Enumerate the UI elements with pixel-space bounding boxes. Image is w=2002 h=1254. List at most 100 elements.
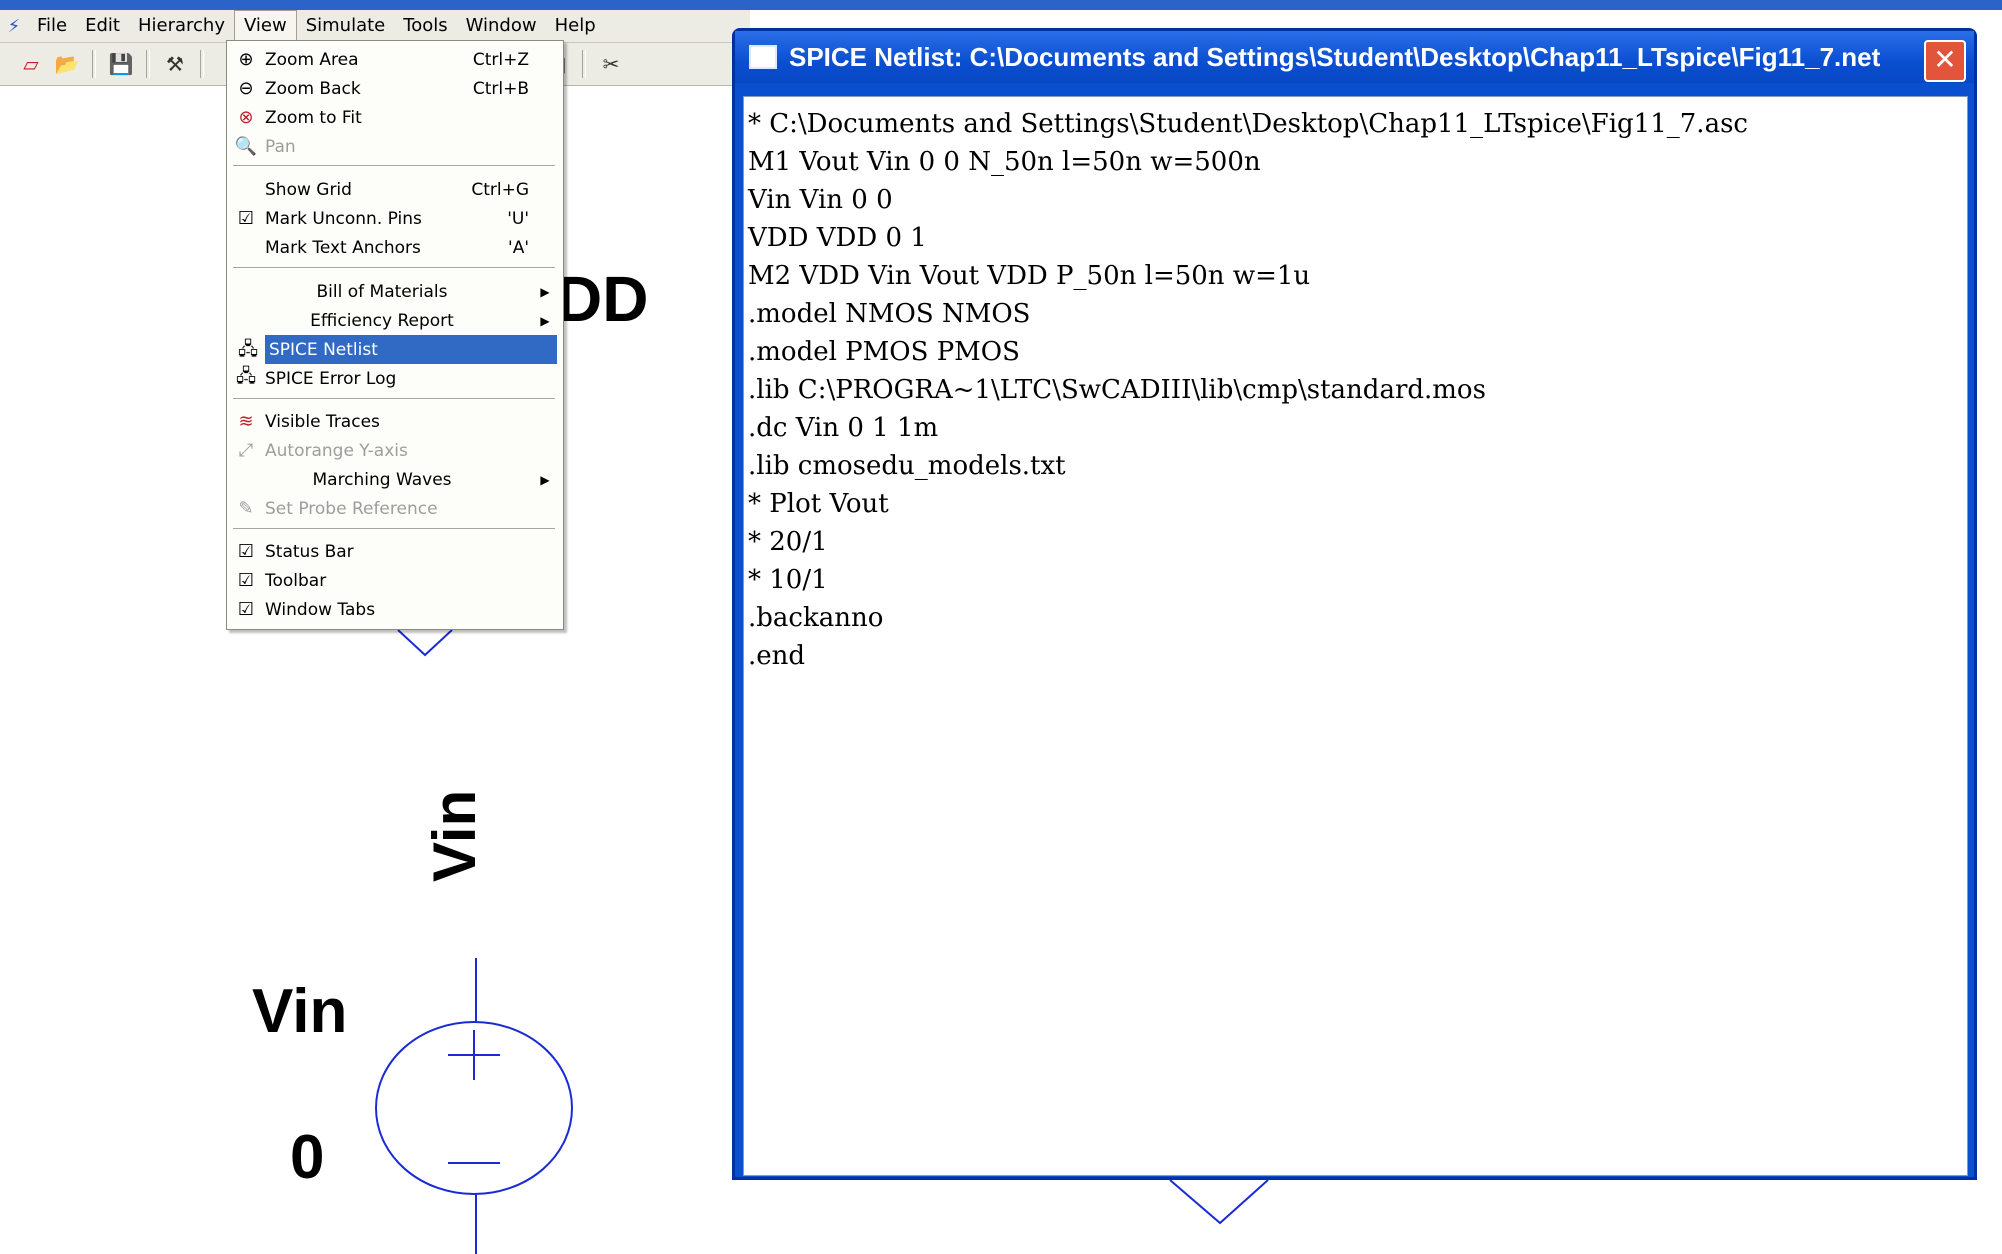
- menu-item-label: SPICE Error Log: [265, 368, 397, 389]
- netlist-line: Vin Vin 0 0: [748, 185, 893, 215]
- menu-item-autorange-y-axis: ⤢ Autorange Y-axis: [231, 436, 557, 465]
- menu-item-label: SPICE Netlist: [269, 339, 378, 360]
- zoom-in-icon: ⊕: [238, 49, 254, 70]
- menu-edit[interactable]: Edit: [76, 11, 129, 41]
- view-dropdown-menu: ⊕ Zoom Area Ctrl+Z ⊖ Zoom Back Ctrl+B ⊗ …: [226, 40, 564, 630]
- probe-icon: ✎: [238, 498, 254, 519]
- menu-item-window-tabs[interactable]: ☑ Window Tabs: [231, 595, 557, 624]
- error-log-icon: 🖧: [235, 365, 257, 387]
- submenu-arrow-icon: ▶: [540, 472, 550, 487]
- netlist-line: * 10/1: [748, 565, 828, 595]
- zoom-out-icon: ⊖: [238, 78, 254, 99]
- menu-item-label: Show Grid: [265, 179, 352, 200]
- menu-item-efficiency-report[interactable]: Efficiency Report ▶: [231, 306, 557, 335]
- save-icon[interactable]: 💾: [106, 49, 136, 79]
- menu-item-mark-text-anchors[interactable]: Mark Text Anchors 'A': [231, 233, 557, 262]
- wire-chevron: [397, 629, 453, 657]
- menu-separator: [233, 267, 555, 269]
- menu-item-label: Visible Traces: [265, 411, 380, 432]
- netlist-line: .lib C:\PROGRA~1\LTC\SwCADIII\lib\cmp\st…: [748, 375, 1486, 405]
- menu-item-label: Window Tabs: [265, 599, 376, 620]
- netlist-icon: 🖧: [237, 339, 259, 360]
- netlist-line: * 20/1: [748, 527, 828, 557]
- menu-window[interactable]: Window: [457, 11, 546, 41]
- menu-file[interactable]: File: [28, 11, 76, 41]
- toolbar-separator: [92, 50, 96, 78]
- autorange-icon: ⤢: [238, 440, 254, 461]
- menu-tools[interactable]: Tools: [394, 11, 456, 41]
- window-title-bar[interactable]: SPICE Netlist: C:\Documents and Settings…: [735, 31, 1974, 83]
- source-value-label: 0: [290, 1123, 325, 1192]
- netlist-line: .backanno: [748, 603, 884, 633]
- toolbar-separator: [200, 50, 204, 78]
- spice-netlist-window: SPICE Netlist: C:\Documents and Settings…: [732, 28, 1977, 1180]
- netlist-line: .model NMOS NMOS: [748, 299, 1031, 329]
- menu-item-status-bar[interactable]: ☑ Status Bar: [231, 537, 557, 566]
- checkmark-icon: ☑: [237, 208, 255, 229]
- traces-icon: ≋: [238, 411, 254, 432]
- menu-separator: [233, 528, 555, 530]
- menu-item-zoom-area[interactable]: ⊕ Zoom Area Ctrl+Z: [231, 45, 557, 74]
- menu-separator: [233, 165, 555, 167]
- menu-item-label: Efficiency Report: [310, 310, 454, 331]
- menu-item-label: Autorange Y-axis: [265, 440, 408, 461]
- netlist-line: VDD VDD 0 1: [748, 223, 927, 253]
- menu-item-toolbar[interactable]: ☑ Toolbar: [231, 566, 557, 595]
- netlist-line: M2 VDD Vin Vout VDD P_50n l=50n w=1u: [748, 261, 1311, 291]
- netlist-text-area[interactable]: * C:\Documents and Settings\Student\Desk…: [743, 96, 1968, 1176]
- net-label-vin: Vin: [421, 789, 488, 882]
- cut-icon[interactable]: ✂: [596, 49, 626, 79]
- menu-item-label: Zoom Back: [265, 78, 361, 99]
- menu-item-label: Pan: [265, 136, 296, 157]
- source-name-label: Vin: [252, 977, 348, 1046]
- netlist-line: .end: [748, 641, 806, 671]
- menu-item-label: Mark Unconn. Pins: [265, 208, 422, 229]
- menu-bar: ⚡ File Edit Hierarchy View Simulate Tool…: [0, 10, 750, 43]
- menu-item-shortcut: 'U': [507, 208, 529, 229]
- menu-item-label: Set Probe Reference: [265, 498, 438, 519]
- wire-chevron-2: [1169, 1179, 1269, 1225]
- menu-item-zoom-back[interactable]: ⊖ Zoom Back Ctrl+B: [231, 74, 557, 103]
- voltage-source-symbol: [375, 1021, 573, 1195]
- menu-item-label: Zoom to Fit: [265, 107, 362, 128]
- menu-item-zoom-to-fit[interactable]: ⊗ Zoom to Fit: [231, 103, 557, 132]
- menu-item-label: Status Bar: [265, 541, 354, 562]
- netlist-lines: * C:\Documents and Settings\Student\Desk…: [744, 97, 1967, 675]
- menu-item-bill-of-materials[interactable]: Bill of Materials ▶: [231, 277, 557, 306]
- menu-item-spice-error-log[interactable]: 🖧 SPICE Error Log: [231, 364, 557, 393]
- checkmark-icon: ☑: [237, 541, 255, 562]
- checkmark-icon: ☑: [237, 599, 255, 620]
- checkmark-icon: ☑: [237, 570, 255, 591]
- menu-separator: [233, 398, 555, 400]
- open-icon[interactable]: 📂: [52, 49, 82, 79]
- menu-item-shortcut: Ctrl+G: [471, 179, 529, 200]
- menu-item-label: Toolbar: [265, 570, 327, 591]
- zoom-fit-icon: ⊗: [238, 107, 254, 128]
- new-schematic-icon[interactable]: ▱: [16, 49, 46, 79]
- menu-item-mark-unconn-pins[interactable]: ☑ Mark Unconn. Pins 'U': [231, 204, 557, 233]
- window-title: SPICE Netlist: C:\Documents and Settings…: [789, 41, 1881, 72]
- toolbar-separator: [582, 50, 586, 78]
- toolbar-separator: [146, 50, 150, 78]
- vdd-label: DD: [556, 263, 649, 335]
- menu-item-pan: 🔍 Pan: [231, 132, 557, 161]
- ltspice-app-icon[interactable]: ⚡: [0, 16, 28, 37]
- menu-item-marching-waves[interactable]: Marching Waves ▶: [231, 465, 557, 494]
- close-button[interactable]: ✕: [1924, 40, 1966, 82]
- menu-item-show-grid[interactable]: Show Grid Ctrl+G: [231, 175, 557, 204]
- menu-item-label: Marching Waves: [312, 469, 452, 490]
- pan-icon: 🔍: [234, 136, 258, 157]
- menu-item-label: Bill of Materials: [316, 281, 448, 302]
- menu-item-visible-traces[interactable]: ≋ Visible Traces: [231, 407, 557, 436]
- menu-view[interactable]: View: [234, 10, 297, 42]
- netlist-line: .model PMOS PMOS: [748, 337, 1020, 367]
- menu-hierarchy[interactable]: Hierarchy: [129, 11, 234, 41]
- menu-simulate[interactable]: Simulate: [297, 11, 395, 41]
- menu-item-shortcut: Ctrl+B: [472, 78, 529, 99]
- control-panel-icon[interactable]: ⚒: [160, 49, 190, 79]
- submenu-arrow-icon: ▶: [540, 313, 550, 328]
- window-icon: [749, 45, 777, 69]
- menu-item-spice-netlist[interactable]: SPICE Netlist: [265, 335, 557, 364]
- netlist-line: .lib cmosedu_models.txt: [748, 451, 1066, 481]
- menu-help[interactable]: Help: [546, 11, 605, 41]
